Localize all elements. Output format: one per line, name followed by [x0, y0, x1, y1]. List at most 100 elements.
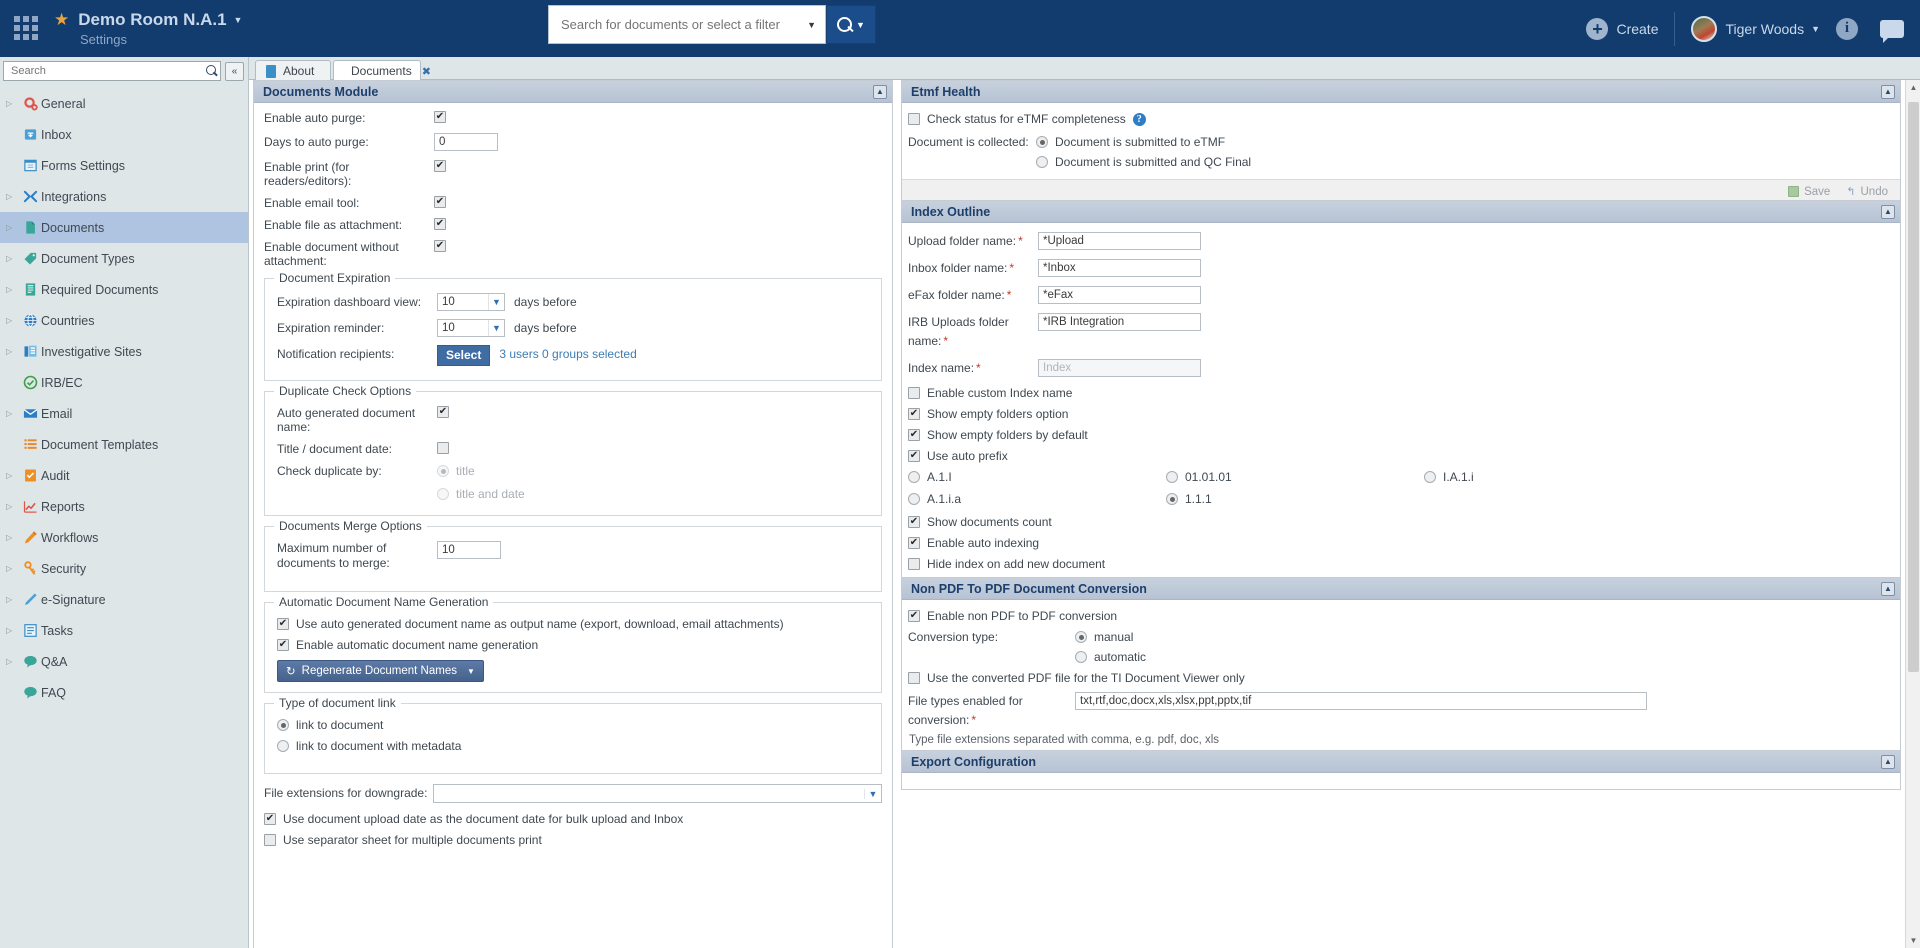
sidebar-item-email[interactable]: ▷ Email — [0, 398, 248, 429]
max-docs-merge-input[interactable] — [437, 541, 501, 559]
info-icon[interactable]: i — [1836, 17, 1858, 40]
collapse-panel-button[interactable]: ▲ — [1881, 84, 1895, 99]
use-auto-prefix-checkbox[interactable] — [908, 450, 920, 462]
expand-chevron-icon[interactable]: ▷ — [6, 626, 19, 635]
expand-chevron-icon[interactable]: ▷ — [6, 223, 19, 232]
efax-folder-input[interactable] — [1038, 286, 1201, 304]
select-recipients-button[interactable]: Select — [437, 345, 491, 366]
content-scrollbar[interactable]: ▲ ▼ — [1905, 80, 1920, 948]
sidebar-search-box[interactable] — [3, 61, 221, 81]
close-icon[interactable]: ✖ — [422, 65, 431, 78]
show-empty-folders-default-checkbox[interactable] — [908, 429, 920, 441]
sidebar-item-e-signature[interactable]: ▷ e-Signature — [0, 584, 248, 615]
sidebar-item-documents[interactable]: ▷ Documents — [0, 212, 248, 243]
enable-conversion-checkbox[interactable] — [908, 610, 920, 622]
enable-print-checkbox[interactable] — [434, 160, 446, 172]
collapse-panel-button[interactable]: ▲ — [1881, 754, 1895, 769]
sidebar-item-audit[interactable]: ▷ Audit — [0, 460, 248, 491]
room-title[interactable]: Demo Room N.A.1 ▼ — [78, 10, 242, 30]
irb-folder-input[interactable] — [1038, 313, 1201, 331]
prefix-radio-a1ia[interactable] — [908, 493, 920, 505]
duplicate-by-title-and-date-radio[interactable] — [437, 488, 449, 500]
prefix-option-2[interactable]: I.A.1.i — [1424, 470, 1682, 484]
collapse-panel-button[interactable]: ▲ — [873, 84, 887, 99]
expand-chevron-icon[interactable]: ▷ — [6, 254, 19, 263]
expand-chevron-icon[interactable]: ▷ — [6, 471, 19, 480]
enable-custom-index-checkbox[interactable] — [908, 387, 920, 399]
sidebar-item-faq[interactable]: ▷FAQ — [0, 677, 248, 708]
inbox-folder-input[interactable] — [1038, 259, 1201, 277]
chat-icon[interactable] — [1880, 19, 1904, 43]
sidebar-item-irb-ec[interactable]: ▷IRB/EC — [0, 367, 248, 398]
link-to-document-radio[interactable] — [277, 719, 289, 731]
sidebar-item-forms-settings[interactable]: ▷Forms Settings — [0, 150, 248, 181]
expiration-dashboard-select[interactable]: 10 ▼ — [437, 293, 505, 311]
upload-folder-input[interactable] — [1038, 232, 1201, 250]
scroll-up-icon[interactable]: ▲ — [1906, 80, 1920, 95]
scroll-down-icon[interactable]: ▼ — [1906, 933, 1920, 948]
conversion-manual-radio[interactable] — [1075, 631, 1087, 643]
auto-generated-name-checkbox[interactable] — [437, 406, 449, 418]
favorite-star-icon[interactable]: ★ — [54, 10, 69, 30]
global-search-box[interactable]: ▼ — [548, 5, 826, 44]
submitted-to-etmf-radio[interactable] — [1036, 136, 1048, 148]
sidebar-item-document-types[interactable]: ▷ Document Types — [0, 243, 248, 274]
duplicate-by-title-radio[interactable] — [437, 465, 449, 477]
user-menu[interactable]: Tiger Woods ▼ — [1691, 15, 1820, 42]
enable-auto-purge-checkbox[interactable] — [434, 111, 446, 123]
enable-file-as-attachment-checkbox[interactable] — [434, 218, 446, 230]
upload-date-checkbox[interactable] — [264, 813, 276, 825]
collapse-sidebar-button[interactable]: « — [225, 61, 244, 81]
sidebar-item-integrations[interactable]: ▷ Integrations — [0, 181, 248, 212]
sidebar-item-investigative-sites[interactable]: ▷ Investigative Sites — [0, 336, 248, 367]
enable-auto-name-checkbox[interactable] — [277, 639, 289, 651]
submitted-qc-final-radio[interactable] — [1036, 156, 1048, 168]
expand-chevron-icon[interactable]: ▷ — [6, 285, 19, 294]
sidebar-item-workflows[interactable]: ▷ Workflows — [0, 522, 248, 553]
file-extensions-downgrade-select[interactable]: ▼ — [432, 784, 882, 803]
sidebar-item-document-templates[interactable]: ▷Document Templates — [0, 429, 248, 460]
collapse-panel-button[interactable]: ▲ — [1881, 204, 1895, 219]
sidebar-item-tasks[interactable]: ▷ Tasks — [0, 615, 248, 646]
sidebar-item-inbox[interactable]: ▷Inbox — [0, 119, 248, 150]
sidebar-item-general[interactable]: ▷ General — [0, 88, 248, 119]
recipients-status-link[interactable]: 3 users 0 groups selected — [499, 345, 636, 364]
app-grid-icon[interactable] — [14, 15, 40, 42]
hide-index-checkbox[interactable] — [908, 558, 920, 570]
prefix-option-0[interactable]: A.1.I — [908, 470, 1166, 484]
expand-chevron-icon[interactable]: ▷ — [6, 657, 19, 666]
etmf-health-undo-button[interactable]: ↰ Undo — [1846, 185, 1888, 199]
create-button[interactable]: + Create — [1586, 17, 1658, 40]
separator-sheet-checkbox[interactable] — [264, 834, 276, 846]
collapse-panel-button[interactable]: ▲ — [1881, 581, 1895, 596]
chevron-down-icon[interactable]: ▼ — [467, 667, 475, 676]
prefix-radio-a1i[interactable] — [908, 471, 920, 483]
sidebar-item-q-a[interactable]: ▷ Q&A — [0, 646, 248, 677]
days-to-auto-purge-input[interactable] — [434, 133, 498, 151]
prefix-radio-010101[interactable] — [1166, 471, 1178, 483]
regenerate-document-names-button[interactable]: ↻ Regenerate Document Names ▼ — [277, 660, 484, 682]
expand-chevron-icon[interactable]: ▷ — [6, 533, 19, 542]
expiration-reminder-select[interactable]: 10 ▼ — [437, 319, 505, 337]
tab-documents[interactable]: Documents ✖ — [333, 60, 431, 82]
expand-chevron-icon[interactable]: ▷ — [6, 347, 19, 356]
global-search-button[interactable]: ▼ — [826, 5, 876, 44]
conversion-automatic-radio[interactable] — [1075, 651, 1087, 663]
expand-chevron-icon[interactable]: ▷ — [6, 192, 19, 201]
prefix-option-4[interactable]: 1.1.1 — [1166, 492, 1424, 506]
show-empty-folders-option-checkbox[interactable] — [908, 408, 920, 420]
expand-chevron-icon[interactable]: ▷ — [6, 502, 19, 511]
chevron-down-icon[interactable]: ▼ — [1811, 24, 1820, 34]
prefix-option-1[interactable]: 01.01.01 — [1166, 470, 1424, 484]
sidebar-search-input[interactable] — [9, 64, 206, 78]
file-types-input[interactable] — [1075, 692, 1647, 710]
scrollbar-thumb[interactable] — [1908, 102, 1919, 672]
search-options-chevron-icon[interactable]: ▼ — [856, 20, 865, 30]
link-to-document-metadata-radio[interactable] — [277, 740, 289, 752]
prefix-option-3[interactable]: A.1.i.a — [908, 492, 1166, 506]
search-filter-chevron-icon[interactable]: ▼ — [802, 20, 821, 30]
title-document-date-checkbox[interactable] — [437, 442, 449, 454]
expand-chevron-icon[interactable]: ▷ — [6, 409, 19, 418]
enable-email-tool-checkbox[interactable] — [434, 196, 446, 208]
help-icon[interactable]: ? — [1132, 112, 1146, 126]
